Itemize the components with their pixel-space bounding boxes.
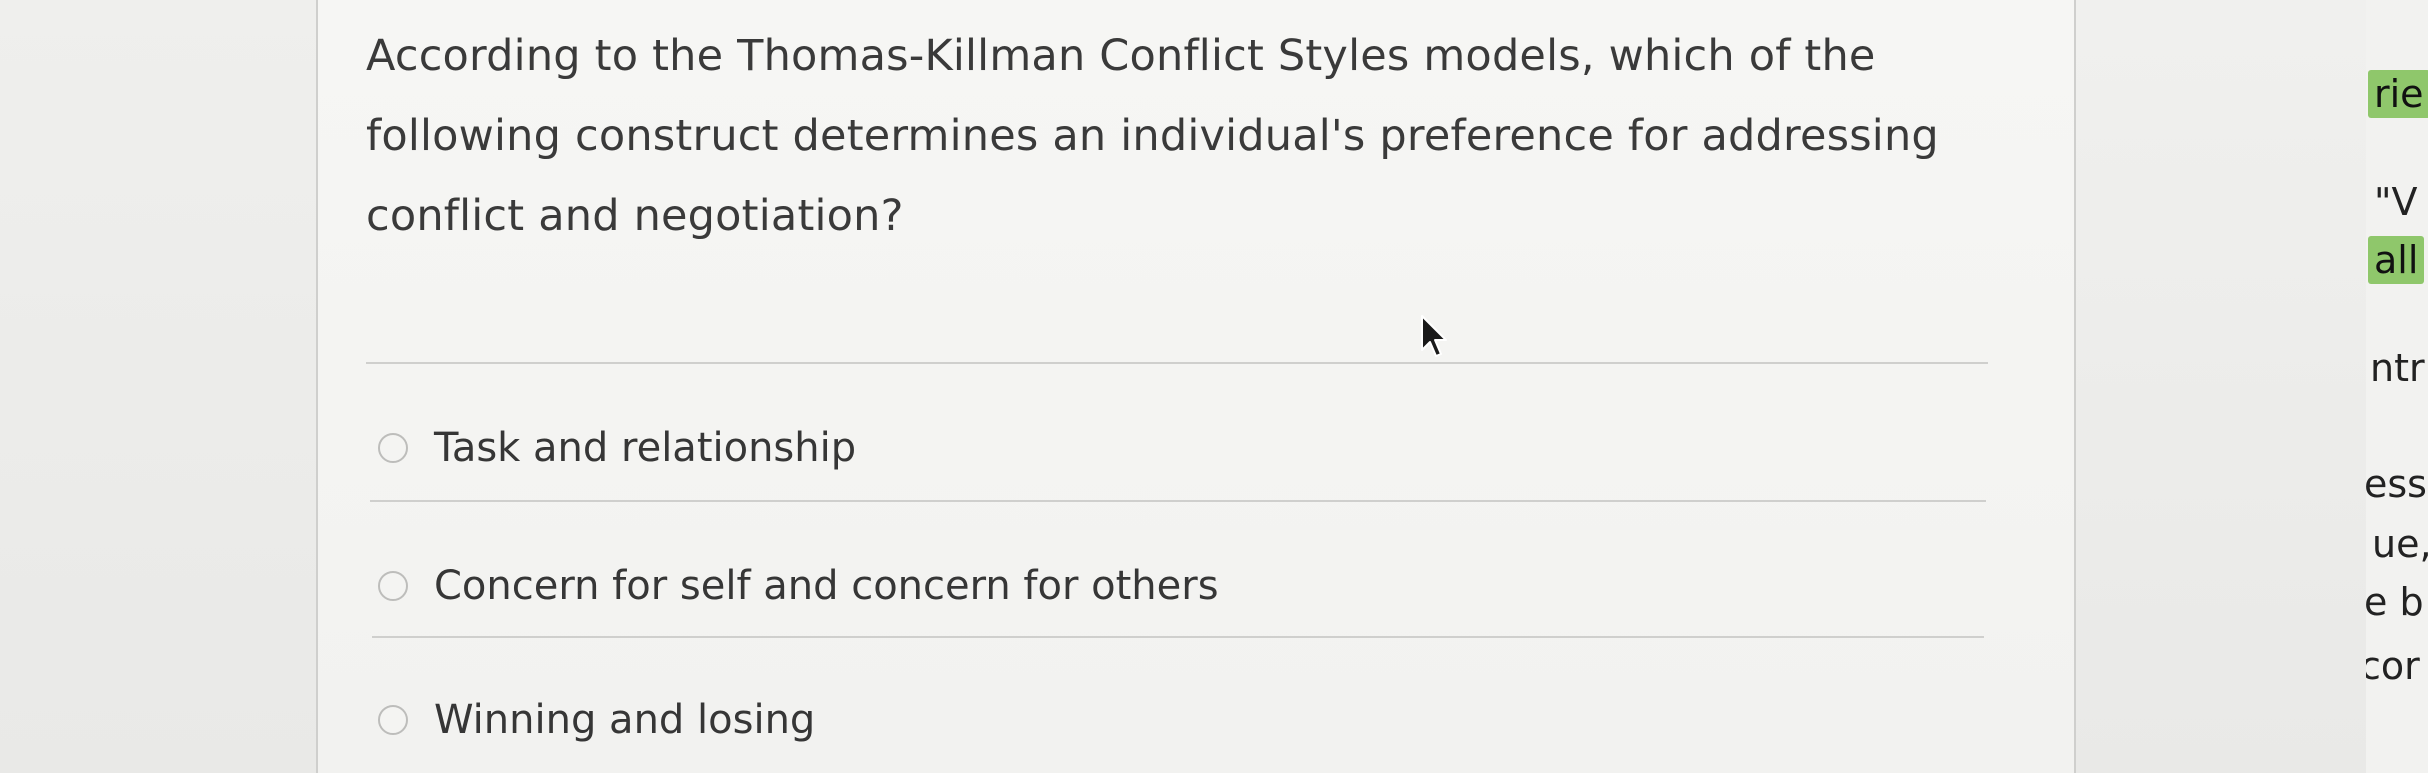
option-divider bbox=[372, 636, 1984, 638]
side-text-fragment: e b bbox=[2366, 580, 2424, 624]
option-divider bbox=[370, 500, 1986, 502]
answer-option-1[interactable]: Task and relationship bbox=[378, 418, 856, 478]
page-background-left bbox=[0, 0, 316, 773]
side-text-fragment: all bbox=[2368, 236, 2425, 284]
answer-option-2[interactable]: Concern for self and concern for others bbox=[378, 556, 1219, 616]
side-panel-fragment: rie "V all ntr ess ue, e b cor bbox=[2366, 0, 2428, 773]
side-text-fragment: "V bbox=[2374, 180, 2418, 224]
question-text: According to the Thomas-Killman Conflict… bbox=[366, 31, 1939, 241]
side-text-fragment: rie bbox=[2368, 70, 2428, 118]
side-text-fragment: ue, bbox=[2372, 522, 2428, 566]
mouse-pointer-icon bbox=[1421, 315, 1447, 357]
answer-option-label: Winning and losing bbox=[434, 697, 816, 743]
radio-button-icon[interactable] bbox=[378, 571, 408, 601]
side-text-fragment: ntr bbox=[2370, 346, 2425, 390]
answer-option-label: Concern for self and concern for others bbox=[434, 563, 1219, 609]
question-divider bbox=[366, 362, 1988, 364]
answer-option-label: Task and relationship bbox=[434, 425, 857, 471]
side-text-fragment: ess bbox=[2366, 462, 2427, 506]
question-card: According to the Thomas-Killman Conflict… bbox=[316, 0, 2076, 773]
side-text-fragment: cor bbox=[2366, 644, 2420, 688]
page-background-right bbox=[2076, 0, 2366, 773]
radio-button-icon[interactable] bbox=[378, 705, 408, 735]
answer-option-3[interactable]: Winning and losing bbox=[378, 690, 815, 750]
radio-button-icon[interactable] bbox=[378, 433, 408, 463]
